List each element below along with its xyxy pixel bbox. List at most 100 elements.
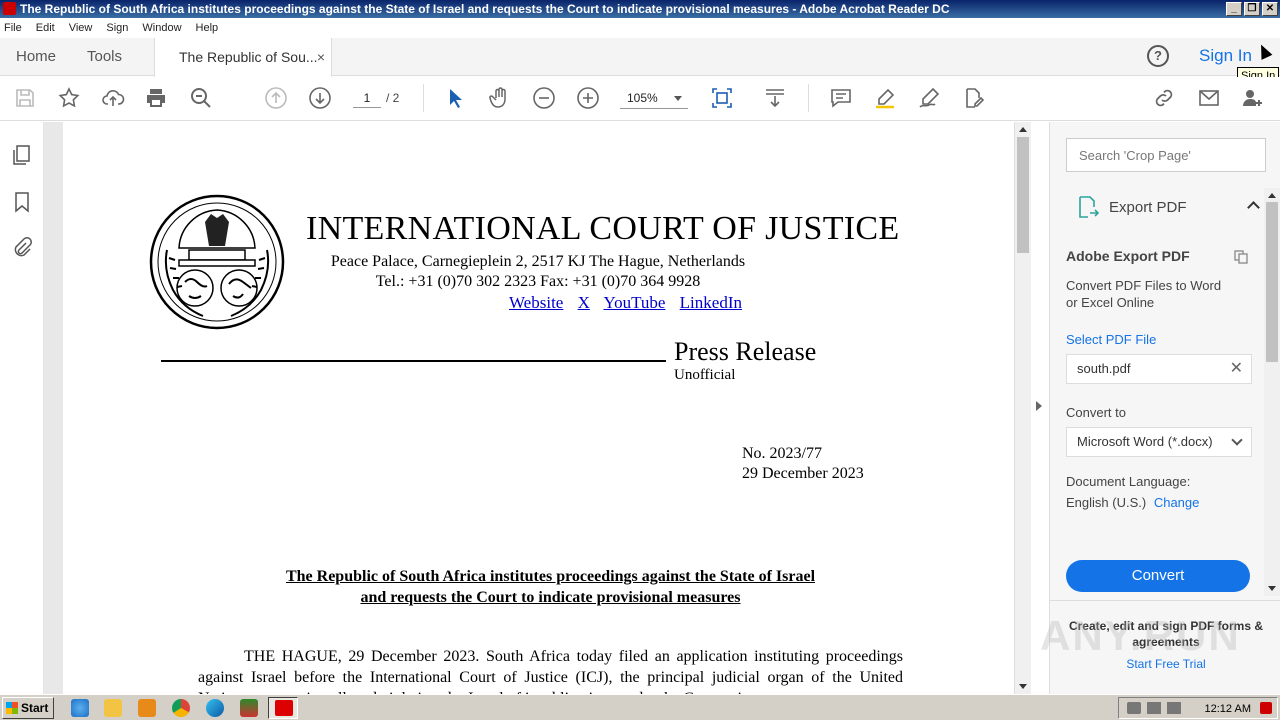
tray-alert-icon[interactable] <box>1260 702 1272 714</box>
next-page-icon[interactable] <box>308 86 332 110</box>
close-tab-icon[interactable]: × <box>317 38 325 76</box>
collapse-right-pane-icon[interactable] <box>1036 401 1042 411</box>
close-window-button[interactable]: ✕ <box>1262 2 1278 16</box>
tool-search-input[interactable] <box>1066 138 1266 172</box>
email-icon[interactable] <box>1197 86 1221 110</box>
scroll-down-arrow-icon[interactable] <box>1268 586 1276 591</box>
internet-explorer-icon[interactable] <box>71 699 89 717</box>
fit-page-icon[interactable] <box>710 86 734 110</box>
zoom-level-select[interactable]: 105% <box>620 87 688 109</box>
attachments-icon[interactable] <box>11 236 33 258</box>
right-pane-scrollbar[interactable] <box>1264 188 1280 596</box>
maximize-button[interactable]: ❐ <box>1244 2 1260 16</box>
add-user-icon[interactable] <box>1240 86 1264 110</box>
media-player-icon[interactable] <box>138 699 156 717</box>
export-pdf-header[interactable]: Export PDF <box>1076 195 1266 221</box>
save-icon[interactable] <box>13 86 37 110</box>
document-language-row: English (U.S.) Change <box>1066 494 1199 511</box>
sign-in-link[interactable]: Sign In <box>1199 46 1252 66</box>
court-name-heading: INTERNATIONAL COURT OF JUSTICE <box>306 210 900 247</box>
page-number-input[interactable]: 1 <box>353 88 381 108</box>
scroll-up-arrow-icon[interactable] <box>1019 127 1027 132</box>
taskbar-clock: 12:12 AM <box>1204 703 1251 715</box>
display-icon[interactable] <box>1167 702 1181 714</box>
acrobat-app-icon <box>3 2 16 15</box>
scrollbar-thumb[interactable] <box>1017 137 1029 253</box>
chevron-up-icon[interactable] <box>1247 201 1260 214</box>
scroll-up-arrow-icon[interactable] <box>1268 193 1276 198</box>
social-links: Website X YouTube LinkedIn <box>509 293 752 313</box>
window-controls: _ ❐ ✕ <box>1226 2 1278 16</box>
copy-icon <box>1234 250 1248 264</box>
pdf-page: INTERNATIONAL COURT OF JUSTICE Peace Pal… <box>63 122 1014 694</box>
print-icon[interactable] <box>144 86 168 110</box>
court-phone-fax: Tel.: +31 (0)70 302 2323 Fax: +31 (0)70 … <box>375 273 701 290</box>
highlight-pen-icon[interactable] <box>873 86 897 110</box>
acrobat-taskbar-button[interactable] <box>268 697 298 719</box>
convert-button[interactable]: Convert <box>1066 560 1250 592</box>
previous-page-icon[interactable] <box>264 86 288 110</box>
help-icon[interactable]: ? <box>1147 45 1169 67</box>
chevron-down-icon <box>1231 434 1243 446</box>
zoom-out-icon[interactable] <box>532 86 556 110</box>
x-link[interactable]: X <box>578 293 590 312</box>
window-title: The Republic of South Africa institutes … <box>20 2 950 16</box>
zoom-search-icon[interactable] <box>189 86 213 110</box>
headline-line-1: The Republic of South Africa institutes … <box>285 568 816 585</box>
toolbar-divider <box>808 84 809 112</box>
acrobat-taskbar-icon <box>275 700 293 716</box>
comment-icon[interactable] <box>829 86 853 110</box>
document-viewport[interactable]: INTERNATIONAL COURT OF JUSTICE Peace Pal… <box>44 122 1014 694</box>
youtube-link[interactable]: YouTube <box>604 293 666 312</box>
tab-home[interactable]: Home <box>16 38 56 76</box>
change-language-link[interactable]: Change <box>1154 495 1200 510</box>
press-release-label: Press Release <box>674 337 817 366</box>
document-scrollbar[interactable] <box>1014 122 1031 694</box>
select-pdf-file-label[interactable]: Select PDF File <box>1066 331 1156 348</box>
upload-cloud-icon[interactable] <box>101 86 125 110</box>
minimize-button[interactable]: _ <box>1226 2 1242 16</box>
zoom-in-icon[interactable] <box>576 86 600 110</box>
tab-document[interactable]: The Republic of Sou... × <box>154 38 332 77</box>
menu-file[interactable]: File <box>4 22 22 34</box>
page-thumbnails-icon[interactable] <box>11 144 33 166</box>
menu-view[interactable]: View <box>69 22 93 34</box>
convert-to-label: Convert to <box>1066 405 1126 420</box>
title-bar: The Republic of South Africa institutes … <box>0 0 1280 18</box>
chevron-down-icon <box>674 96 682 101</box>
volume-icon[interactable] <box>1127 702 1141 714</box>
right-pane-toggle-strip <box>1031 122 1049 694</box>
file-explorer-icon[interactable] <box>104 699 122 717</box>
chrome-icon[interactable] <box>172 699 190 717</box>
menu-edit[interactable]: Edit <box>36 22 55 34</box>
bookmark-star-icon[interactable] <box>57 86 81 110</box>
tab-tools[interactable]: Tools <box>87 38 122 76</box>
draw-icon[interactable] <box>917 86 941 110</box>
clear-file-icon[interactable]: ✕ <box>1230 355 1243 383</box>
selected-file-field[interactable]: south.pdf ✕ <box>1066 354 1252 384</box>
select-cursor-icon[interactable] <box>444 86 468 110</box>
menu-help[interactable]: Help <box>196 22 219 34</box>
tab-bar: Home Tools The Republic of Sou... × ? <box>0 38 1280 77</box>
right-pane-scrollbar-thumb[interactable] <box>1266 202 1278 362</box>
scroll-down-arrow-icon[interactable] <box>1019 684 1027 689</box>
convert-format-select[interactable]: Microsoft Word (*.docx) <box>1066 427 1252 457</box>
linkedin-link[interactable]: LinkedIn <box>680 293 742 312</box>
court-address: Peace Palace, Carnegieplein 2, 2517 KJ T… <box>330 253 746 270</box>
export-pdf-icon <box>1079 196 1100 218</box>
scroll-mode-icon[interactable] <box>763 86 787 110</box>
menu-window[interactable]: Window <box>142 22 181 34</box>
winrar-icon[interactable] <box>240 699 258 717</box>
edge-icon[interactable] <box>206 699 224 717</box>
release-date: 29 December 2023 <box>742 465 864 482</box>
right-pane-divider <box>1050 600 1280 601</box>
menu-sign[interactable]: Sign <box>106 22 128 34</box>
share-link-icon[interactable] <box>1152 86 1176 110</box>
start-button[interactable]: Start <box>2 697 54 719</box>
release-number: No. 2023/77 <box>742 445 822 462</box>
network-icon[interactable] <box>1147 702 1161 714</box>
bookmarks-icon[interactable] <box>11 191 33 213</box>
hand-tool-icon[interactable] <box>488 86 512 110</box>
website-link[interactable]: Website <box>509 293 563 312</box>
sign-document-icon[interactable] <box>961 86 985 110</box>
